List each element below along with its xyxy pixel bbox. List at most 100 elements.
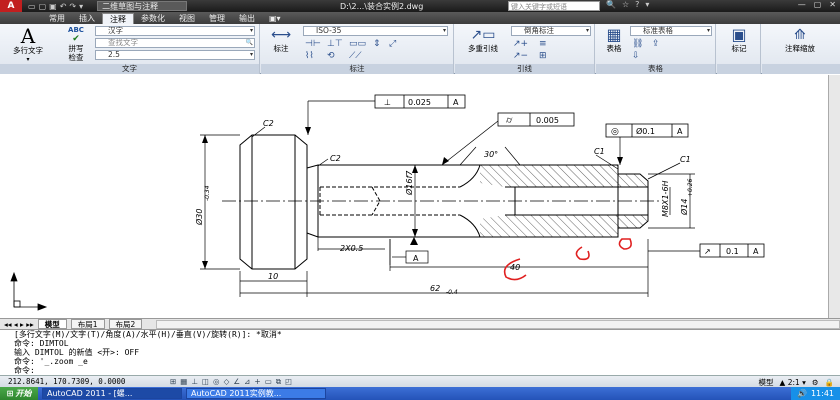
tab-view[interactable]: 视图 [172,13,202,24]
text-height-select[interactable]: 2.5 ▾ [95,50,255,60]
multileader-button[interactable]: ↗▭ 多重引线 [461,26,505,53]
dim-update-icon[interactable]: ⟲ [327,51,335,61]
tab-layout2[interactable]: 布局2 [108,319,143,329]
dim-space-icon[interactable]: ⇕ [373,39,381,49]
otrack-icon[interactable]: ∠ [233,377,240,387]
dim-jog-icon[interactable]: ⌇⌇ [305,51,314,61]
tab-insert[interactable]: 插入 [72,13,102,24]
dim-oblique-icon[interactable]: ⟋⟋ [349,51,362,61]
ortho-icon[interactable]: ⊥ [191,377,198,387]
save-file-icon[interactable]: ▣ [49,2,57,11]
quick-access-dropdown-icon[interactable]: ▾ [79,2,83,11]
diameter-dim-label: Ø30 [194,209,204,226]
help-dropdown-icon[interactable]: ▾ [645,0,649,9]
quick-props-icon[interactable]: ◰ [285,377,292,387]
undo-icon[interactable]: ↶ [60,2,67,11]
tab-layout1[interactable]: 布局1 [70,319,105,329]
table-export-icon[interactable]: ⇪ [652,39,660,49]
align-leader-icon[interactable]: ≡ [539,39,547,49]
dimension-group-title: 标注 [261,64,453,74]
thread-dim-label: M8X1-6H [661,180,670,217]
open-file-icon[interactable]: ▢ [39,2,47,11]
add-leader-icon[interactable]: ↗+ [513,39,528,49]
search-input[interactable]: 键入关键字或短语 [508,1,600,11]
dyn-input-icon[interactable]: + [254,377,260,387]
tab-options[interactable]: ▣▾ [262,13,288,24]
lineweight-icon[interactable]: ▭ [265,377,272,387]
leader-group: ↗▭ 多重引线 倒角标注 ▾ ↗+ ≡ ↗− ⊞ 引线 [455,24,595,74]
length-tolerance-label: -0.4 [446,289,458,296]
tab-model[interactable]: 模型 [37,319,67,329]
horizontal-scrollbar[interactable] [156,319,840,329]
taskbar-item[interactable]: AutoCAD 2011 - [螺... [42,388,182,399]
spell-check-button[interactable]: ABC ✔ 拼写 检查 [60,26,92,62]
check-mark-icon: ✔ [72,34,80,44]
command-window[interactable]: [多行文字(M)/文字(T)/角度(A)/水平(H)/垂直(V)/旋转(R)]:… [0,329,840,375]
taskbar-item[interactable]: AutoCAD 2011实例教... [186,388,326,399]
section-hatch-top [480,165,648,187]
command-input[interactable]: 命令: [14,366,840,375]
collect-leader-icon[interactable]: ⊞ [539,51,547,61]
osnap-icon[interactable]: ◎ [213,377,220,387]
dim-break-icon[interactable]: ⊣⊢ [305,39,321,49]
drawing-canvas[interactable]: ⊥ 0.025 A ⌭ 0.005 ◎ Ø0.1 A ↗ 0.1 A A C2 … [0,75,828,318]
tab-nav-icon[interactable]: ◂◂ ◂ ▸ ▸▸ [4,320,34,329]
search-icon[interactable]: 🔍 [606,0,616,9]
multileader-icon: ↗▭ [470,27,496,43]
diameter-tolerance-label: +0.26 [687,178,694,197]
start-button[interactable]: ⊞ 开始 [0,387,38,400]
infer-constraints-icon[interactable]: ⊞ [170,377,176,387]
annotation-scale-button[interactable]: ⟰ 注释缩放 [768,26,832,53]
annotation-scale-icon: ⟰ [794,27,806,43]
maximize-icon[interactable]: ▢ [814,0,822,9]
help-icon[interactable]: ? [635,0,639,9]
close-icon[interactable]: ✕ [829,0,836,9]
dim-adjust-icon[interactable]: ⊥⊤ [327,39,343,49]
windows-logo-icon: ⊞ [6,389,14,398]
lock-icon[interactable]: 🔒 [825,378,834,387]
table-style-select[interactable]: 标准表格 ▾ [630,26,712,36]
tab-output[interactable]: 输出 [232,13,262,24]
table-download-icon[interactable]: ⇩ [632,51,640,61]
command-history-line: 输入 DIMTOL 的新值 <开>: OFF [14,348,140,357]
dim-inspect-icon[interactable]: ▭▭ [349,39,366,49]
polar-icon[interactable]: ◫ [202,377,209,387]
table-link-icon[interactable]: ⛓ [632,39,643,49]
redo-icon[interactable]: ↷ [69,2,76,11]
tab-home[interactable]: 常用 [42,13,72,24]
vertical-scrollbar[interactable] [828,75,840,318]
dimension-button[interactable]: ⟷ 标注 [265,26,297,53]
minimize-icon[interactable]: — [798,0,806,9]
leader-style-select[interactable]: 倒角标注 ▾ [511,26,591,36]
workspace-select[interactable]: 二维草图与注释 [97,1,188,11]
remove-leader-icon[interactable]: ↗− [513,51,528,61]
markup-button[interactable]: ▣ 标记 [721,26,757,54]
tab-parametric[interactable]: 参数化 [134,13,172,24]
annotation-scaling-group-title [762,64,840,74]
dim-edit-icon[interactable]: ⤢ [389,39,396,49]
new-file-icon[interactable]: ▭ [28,2,36,11]
transparency-icon[interactable]: ⧉ [276,377,281,387]
table-button[interactable]: ▦ 表格 [600,26,628,54]
red-markup [575,246,590,261]
snap-icon[interactable]: ▦ [180,377,187,387]
mtext-label: 多行文字 [13,46,43,55]
autocad-logo-icon[interactable]: A [0,0,22,12]
text-group: A 多行文字 ▾ ABC ✔ 拼写 检查 A 汉字▾ 查找文字🔍 2.5▾ 文字 [0,24,260,74]
mtext-button[interactable]: A 多行文字 ▾ [8,26,48,64]
annotation-scale-select[interactable]: ▲ 2:1 ▾ [780,378,806,387]
cylindricity-tolerance: 0.005 [536,116,559,125]
dim-style-select[interactable]: ISO-35 ▾ [303,26,448,36]
ribbon-tab-bar: 常用 插入 注释 参数化 视图 管理 输出 ▣▾ [0,12,840,24]
window-controls: — ▢ ✕ [798,0,836,9]
text-style-select[interactable]: 汉字 ▾ [95,26,255,36]
tab-manage[interactable]: 管理 [202,13,232,24]
workspace-switch-icon[interactable]: ⚙ [812,378,819,387]
3d-osnap-icon[interactable]: ◇ [224,377,230,387]
ducs-icon[interactable]: ⊿ [244,377,250,387]
find-text-input[interactable]: 查找文字 🔍 [95,38,255,48]
favorites-icon[interactable]: ☆ [622,0,629,9]
tab-annotate[interactable]: 注释 [102,13,134,24]
ucs-icon [10,271,48,311]
volume-icon[interactable]: 🔊 [797,389,807,398]
